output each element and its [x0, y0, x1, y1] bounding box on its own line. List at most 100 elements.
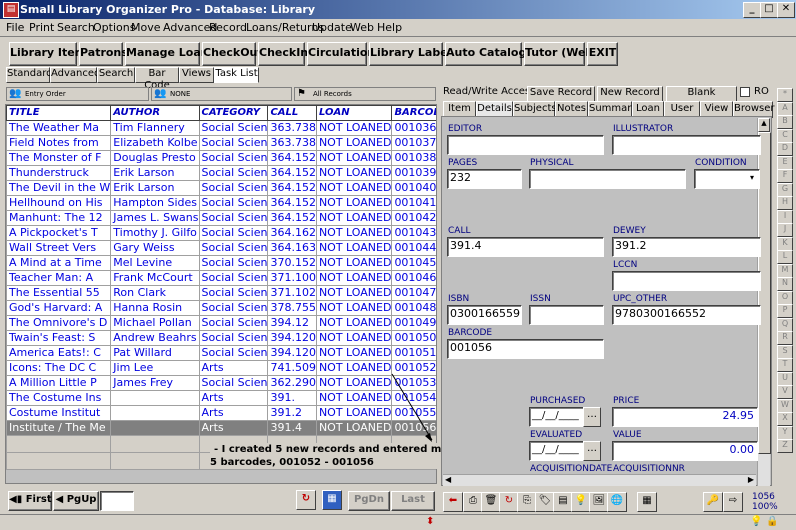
cell-loan[interactable]: NOT LOANED: [315, 210, 393, 226]
tab-bar-code[interactable]: Bar Code: [135, 67, 179, 91]
cell-title[interactable]: Wall Street Vers: [6, 240, 112, 256]
alpha-index-p[interactable]: P: [777, 304, 793, 318]
menu-options[interactable]: Options: [93, 21, 135, 34]
cell-title[interactable]: Teacher Man: A: [6, 270, 112, 286]
table-row[interactable]: Teacher Man: A Frank McCourt Social Scien 3…: [6, 270, 436, 286]
cell-category[interactable]: Social Scien: [198, 120, 269, 136]
export-icon[interactable]: ⇨: [723, 492, 743, 512]
cell-call[interactable]: 391.2: [267, 405, 317, 421]
alpha-index-r[interactable]: R: [777, 331, 793, 345]
table-row[interactable]: America Eats!: C Pat Willard Social Scien 3…: [6, 345, 436, 361]
cell-category[interactable]: Social Scien: [198, 165, 269, 181]
cell-title[interactable]: The Omnivore's D: [6, 315, 112, 331]
sort-none[interactable]: NONE: [151, 87, 292, 101]
cell-loan[interactable]: NOT LOANED: [315, 315, 393, 331]
document-icon[interactable]: ▦: [637, 492, 657, 512]
refresh-icon[interactable]: ↻: [499, 492, 519, 512]
library-labels-button[interactable]: Library Labels: [369, 42, 458, 66]
cell-call[interactable]: 741.509: [267, 360, 317, 376]
cell-call[interactable]: 370.152: [267, 255, 317, 271]
menu-print[interactable]: Print: [29, 21, 54, 34]
auto-catalog-button[interactable]: Auto Catalog +: [445, 42, 539, 66]
menu-update[interactable]: Update: [312, 21, 352, 34]
cell-author[interactable]: [110, 390, 200, 406]
menu-file[interactable]: File: [6, 21, 24, 34]
cell-call[interactable]: 364.162: [267, 225, 317, 241]
table-row[interactable]: Twain's Feast: S Andrew Beahrs Social Scie…: [6, 330, 436, 346]
cell-category[interactable]: Social Scien: [198, 195, 269, 211]
alpha-index-o[interactable]: O: [777, 290, 793, 305]
table-row[interactable]: Wall Street Vers Gary Weiss Social Scien 36…: [6, 240, 436, 256]
cell-category[interactable]: Social Scien: [198, 270, 269, 286]
cell-call[interactable]: 391.4: [267, 420, 317, 436]
alpha-index-q[interactable]: Q: [777, 317, 793, 332]
column-header-call[interactable]: CALL: [267, 105, 317, 121]
cell-author[interactable]: [110, 405, 200, 421]
alpha-index-z[interactable]: Z: [777, 439, 793, 453]
menu-web[interactable]: Web: [350, 21, 374, 34]
cell-call[interactable]: 394.120: [267, 330, 317, 346]
alpha-index-i[interactable]: I: [777, 209, 793, 224]
page-down-button[interactable]: PgDn: [348, 491, 390, 511]
cell-title[interactable]: Icons: The DC C: [6, 360, 112, 376]
last-record-button[interactable]: Last: [391, 491, 435, 511]
grid-view-icon[interactable]: ▦: [322, 490, 342, 510]
cell-call[interactable]: 364.152: [267, 150, 317, 166]
cell-barcode[interactable]: 001041: [391, 195, 436, 211]
cell-loan[interactable]: NOT LOANED: [315, 180, 393, 196]
close-button[interactable]: ✕: [777, 2, 795, 18]
cell-author[interactable]: Frank McCourt: [110, 270, 200, 286]
table-row[interactable]: The Costume Ins Arts 391. NOT LOANED 001054: [6, 390, 436, 406]
cell-category[interactable]: Social Scien: [198, 285, 269, 301]
cell-category[interactable]: Social Scien: [198, 255, 269, 271]
cell-barcode[interactable]: 001048: [391, 300, 436, 316]
alpha-index-h[interactable]: H: [777, 196, 793, 210]
illustrator-field[interactable]: [612, 135, 761, 155]
manage-loans-button[interactable]: Manage Loans: [125, 42, 215, 66]
lightbulb-icon[interactable]: 💡: [571, 492, 591, 512]
cell-barcode[interactable]: 001042: [391, 210, 436, 226]
cell-author[interactable]: Erik Larson: [110, 165, 200, 181]
cell-author[interactable]: Elizabeth Kolbe: [110, 135, 200, 151]
cell-title[interactable]: The Costume Ins: [6, 390, 112, 406]
cell-call[interactable]: 363.738: [267, 135, 317, 151]
cell-call[interactable]: 364.163: [267, 240, 317, 256]
lccn-field[interactable]: [612, 271, 761, 291]
table-row[interactable]: The Weather Ma Tim Flannery Social Scien 36…: [6, 120, 436, 136]
key-icon[interactable]: 🔑: [703, 492, 723, 512]
alpha-index-f[interactable]: F: [777, 169, 793, 183]
cell-loan[interactable]: NOT LOANED: [315, 270, 393, 286]
cell-author[interactable]: Mel Levine: [110, 255, 200, 271]
cell-author[interactable]: Pat Willard: [110, 345, 200, 361]
delete-icon[interactable]: 🗑: [481, 492, 501, 512]
globe-icon[interactable]: 🌐: [607, 492, 627, 512]
cell-title[interactable]: Twain's Feast: S: [6, 330, 112, 346]
library-items-button[interactable]: Library Items: [9, 42, 93, 66]
scroll-up-icon[interactable]: ▲: [758, 118, 770, 132]
tutor-web-button[interactable]: Tutor (Web): [524, 42, 598, 66]
cell-title[interactable]: A Mind at a Time: [6, 255, 112, 271]
table-row[interactable]: The Monster of F Douglas Presto Social Sci…: [6, 150, 436, 166]
cell-call[interactable]: 391.: [267, 390, 317, 406]
menu-help[interactable]: Help: [377, 21, 402, 34]
tab-search[interactable]: Search: [97, 67, 135, 83]
cell-category[interactable]: Social Scien: [198, 135, 269, 151]
checkout-button[interactable]: CheckOut: [202, 42, 263, 66]
cell-category[interactable]: Social Scien: [198, 180, 269, 196]
cell-category[interactable]: Social Scien: [198, 375, 269, 391]
cell-call[interactable]: 364.152: [267, 180, 317, 196]
cell-author[interactable]: Hanna Rosin: [110, 300, 200, 316]
cell-category[interactable]: Arts: [198, 420, 269, 436]
column-header-barcode[interactable]: BARCODE: [391, 105, 436, 121]
cell-loan[interactable]: NOT LOANED: [315, 120, 393, 136]
cell-author[interactable]: Hampton Sides: [110, 195, 200, 211]
table-row[interactable]: A Pickpocket's T Timothy J. Gilfo Social S…: [6, 225, 436, 241]
alpha-index-j[interactable]: J: [777, 223, 793, 237]
cell-category[interactable]: Social Scien: [198, 210, 269, 226]
upc-field[interactable]: 9780300166552: [612, 305, 761, 325]
cell-title[interactable]: Field Notes from: [6, 135, 112, 151]
cell-barcode[interactable]: 001050: [391, 330, 436, 346]
cell-category[interactable]: Arts: [198, 405, 269, 421]
cell-barcode[interactable]: 001046: [391, 270, 436, 286]
table-row[interactable]: The Omnivore's D Michael Pollan Social Sci…: [6, 315, 436, 331]
